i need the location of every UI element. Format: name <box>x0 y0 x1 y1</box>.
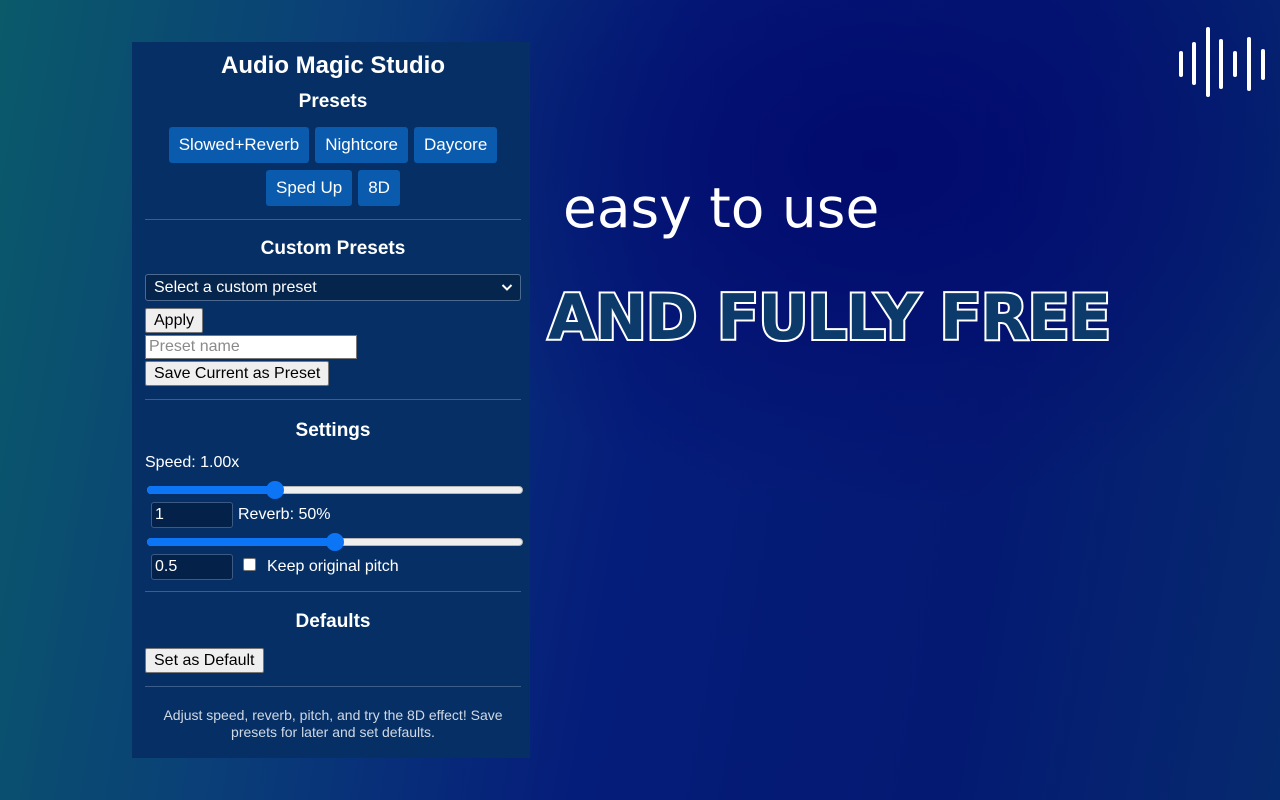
defaults-heading: Defaults <box>295 611 371 632</box>
tagline-fully-free: AND FULLY FREE <box>546 279 1113 356</box>
keep-pitch-checkbox[interactable] <box>243 558 256 571</box>
slider-fill <box>147 538 335 546</box>
set-default-button[interactable]: Set as Default <box>145 648 264 673</box>
preset-nightcore-button[interactable]: Nightcore <box>315 127 408 163</box>
audio-magic-panel: Audio Magic Studio Presets Slowed+Reverb… <box>132 42 530 758</box>
custom-presets-heading: Custom Presets <box>260 238 406 259</box>
reverb-number-input[interactable]: 0.5 <box>151 554 233 580</box>
divider <box>145 399 521 400</box>
preset-sped-up-button[interactable]: Sped Up <box>266 170 353 206</box>
divider <box>145 686 521 687</box>
speed-label: Speed: 1.00x <box>145 454 240 471</box>
footer-help-text: Adjust speed, reverb, pitch, and try the… <box>163 707 503 740</box>
divider <box>145 219 521 220</box>
preset-slowed-reverb-button[interactable]: Slowed+Reverb <box>168 127 310 163</box>
tagline-easy-to-use: easy to use <box>563 176 880 240</box>
slider-fill <box>147 486 275 494</box>
preset-8d-button[interactable]: 8D <box>358 170 400 206</box>
reverb-slider[interactable] <box>147 532 523 551</box>
preset-button-row: Slowed+Reverb Nightcore Daycore <box>145 127 521 163</box>
settings-heading: Settings <box>295 420 371 441</box>
speed-value-row: 1 Reverb: 50% <box>145 502 521 528</box>
app-title: Audio Magic Studio <box>221 52 445 79</box>
keep-pitch-label: Keep original pitch <box>267 558 399 575</box>
chevron-down-icon <box>501 275 513 308</box>
apply-preset-button[interactable]: Apply <box>145 308 204 333</box>
custom-preset-select-value: Select a custom preset <box>154 279 317 296</box>
speed-number-input[interactable]: 1 <box>151 502 233 528</box>
slider-thumb[interactable] <box>326 533 344 551</box>
preset-name-input[interactable] <box>145 335 357 359</box>
reverb-value-row: 0.5 Keep original pitch <box>145 554 521 580</box>
custom-preset-select[interactable]: Select a custom preset <box>145 274 521 301</box>
speed-slider[interactable] <box>147 480 523 499</box>
reverb-label: Reverb: 50% <box>238 506 331 523</box>
sound-wave-icon <box>1178 26 1268 100</box>
preset-button-row: Sped Up 8D <box>145 170 521 206</box>
slider-thumb[interactable] <box>265 481 284 499</box>
divider <box>145 591 521 592</box>
save-preset-button[interactable]: Save Current as Preset <box>145 361 330 386</box>
preset-daycore-button[interactable]: Daycore <box>413 127 498 163</box>
presets-heading: Presets <box>298 91 368 112</box>
